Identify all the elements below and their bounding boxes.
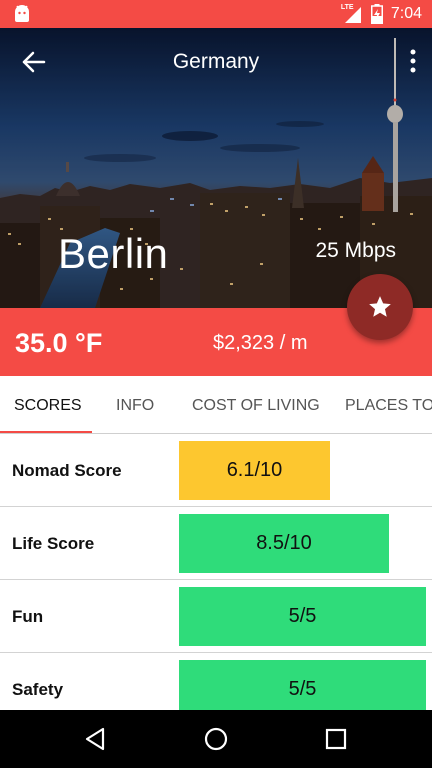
recents-square-icon[interactable]: [321, 724, 351, 754]
score-label: Fun: [12, 607, 44, 626]
scores-list: Nomad Score 6.1/10 Life Score 8.5/10 Fun 5/5 S…: [0, 434, 432, 710]
tab-info[interactable]: INFO: [116, 376, 154, 433]
android-icon: [15, 5, 29, 22]
tab-cost-of-living[interactable]: COST OF LIVING: [192, 376, 320, 433]
page-title: Germany: [172, 50, 260, 73]
back-triangle-icon[interactable]: [81, 724, 111, 754]
more-vertical-icon[interactable]: [408, 48, 418, 74]
score-row: Safety 5/5: [0, 653, 432, 710]
score-bar: 8.5/10: [179, 514, 389, 573]
monthly-cost: $2,323 / m: [213, 332, 308, 354]
internet-speed: 25 Mbps: [315, 239, 396, 262]
signal-icon: LTE: [341, 4, 363, 24]
score-row: Nomad Score 6.1/10: [0, 434, 432, 507]
system-nav-bar: [0, 710, 432, 768]
tab-places-to[interactable]: PLACES TO: [345, 376, 432, 433]
battery-icon: [370, 4, 383, 24]
city-name: Berlin: [58, 230, 169, 277]
score-bar: 6.1/10: [179, 441, 330, 500]
status-bar: LTE 7:04: [0, 0, 432, 28]
tab-scores[interactable]: SCORES: [14, 376, 82, 433]
score-row: Life Score 8.5/10: [0, 507, 432, 580]
score-row: Fun 5/5: [0, 580, 432, 653]
city-hero-image: Germany Berlin 25 Mbps: [0, 28, 432, 308]
home-circle-icon[interactable]: [201, 724, 231, 754]
temperature: 35.0 °F: [15, 328, 103, 358]
tab-bar: SCORES INFO COST OF LIVING PLACES TO: [0, 376, 432, 434]
score-label: Safety: [12, 680, 64, 699]
star-icon: [369, 296, 391, 317]
status-time: 7:04: [390, 5, 422, 22]
score-bar: 5/5: [179, 660, 426, 710]
score-label: Life Score: [12, 534, 95, 553]
score-label: Nomad Score: [12, 461, 122, 480]
score-bar: 5/5: [179, 587, 426, 646]
favorite-button[interactable]: [347, 274, 413, 340]
